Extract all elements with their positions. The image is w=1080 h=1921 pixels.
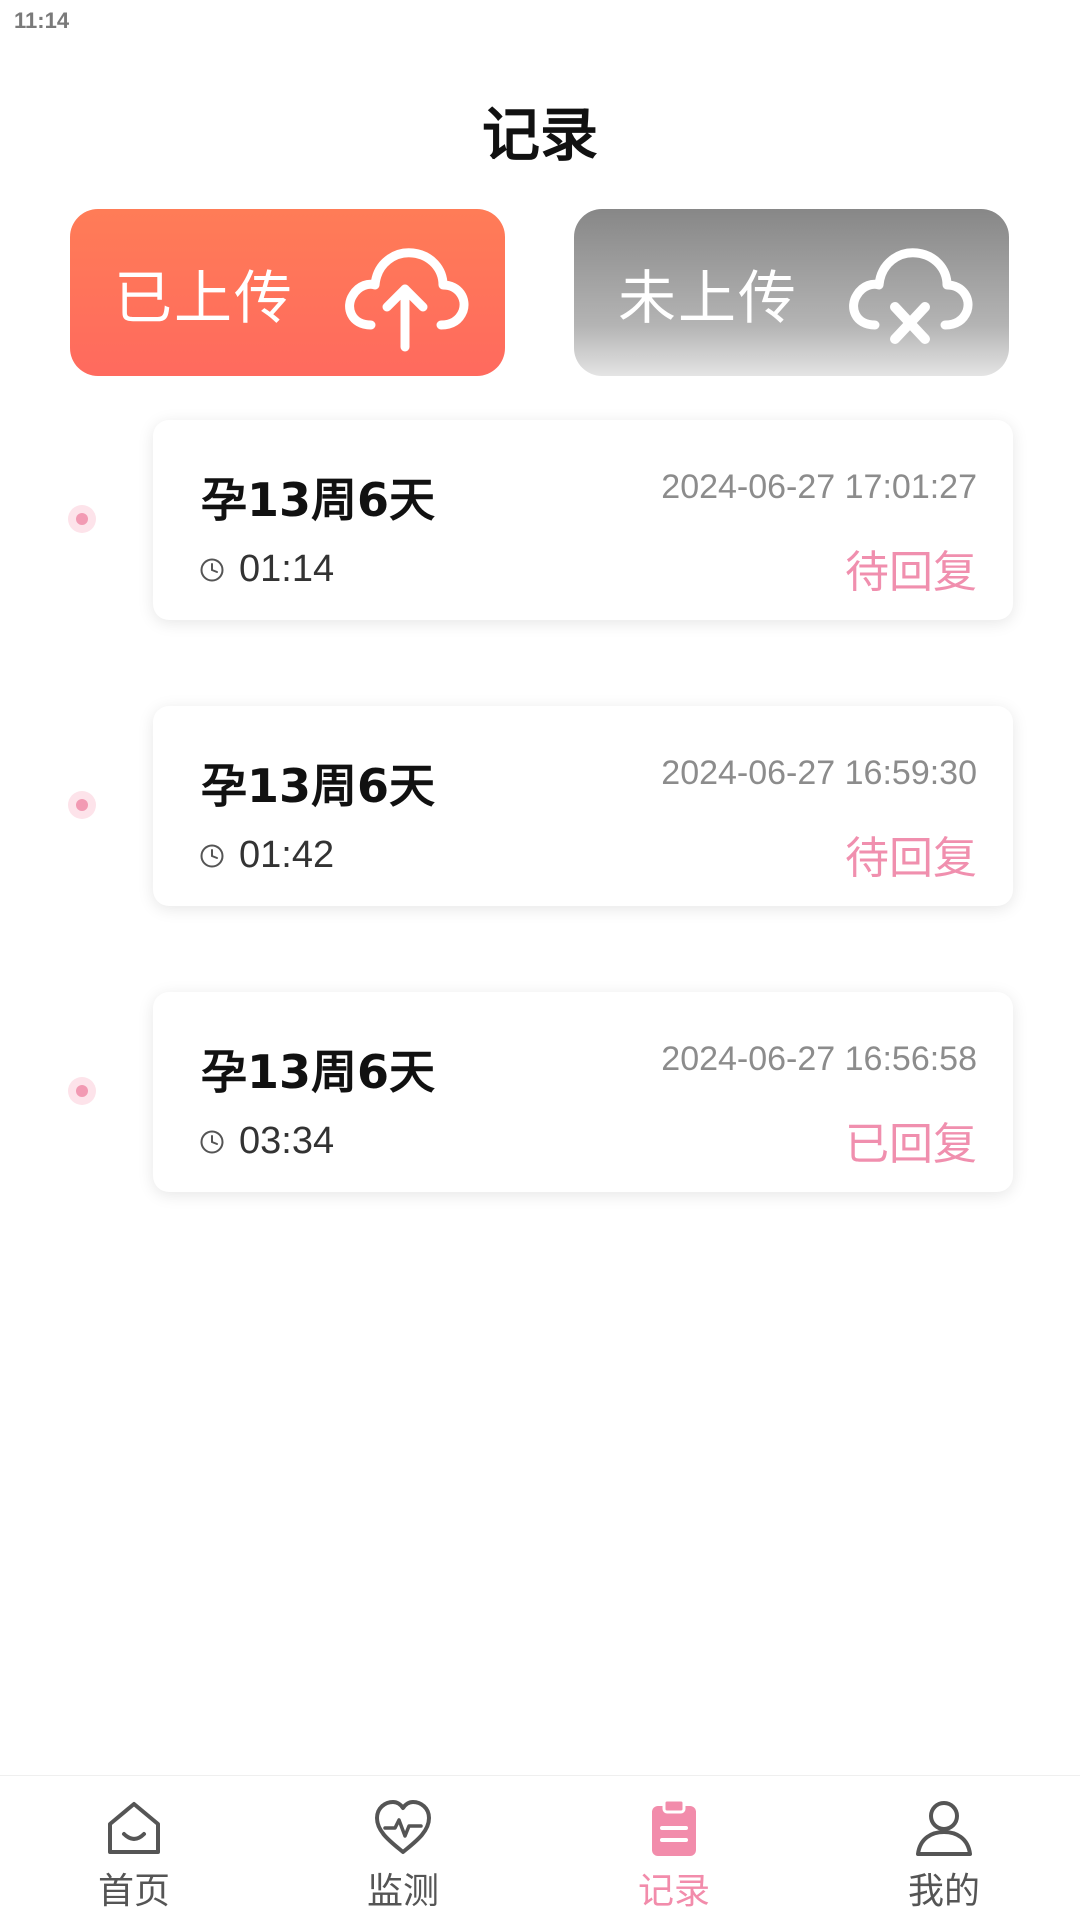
nav-item-records[interactable]: 记录 — [594, 1796, 754, 1914]
page-title: 记录 — [481, 101, 598, 169]
nav-label-records: 记录 — [637, 1871, 710, 1912]
record-card[interactable]: 孕13周6天 2024-06-27 17:01:27 01:14 待回复 — [153, 420, 1013, 620]
nav-item-home[interactable]: 首页 — [54, 1796, 214, 1914]
record-datetime: 2024-06-27 16:59:30 — [661, 754, 977, 792]
record-status: 已回复 — [845, 1119, 977, 1170]
record-week: 孕13周6天 — [201, 759, 436, 813]
record-card[interactable]: 孕13周6天 2024-06-27 16:56:58 03:34 已回复 — [153, 992, 1013, 1192]
record-week: 孕13周6天 — [201, 1045, 436, 1099]
tab-uploaded-label: 已上传 — [114, 263, 295, 332]
timeline-dot — [68, 505, 96, 533]
timeline-dot — [68, 791, 96, 819]
cloud-upload-icon — [345, 248, 469, 352]
clock-icon — [200, 558, 224, 581]
home-icon — [108, 1802, 160, 1854]
nav-label-home: 首页 — [97, 1871, 170, 1912]
record-duration: 03:34 — [239, 1120, 335, 1162]
record-week: 孕13周6天 — [201, 473, 436, 527]
clock-icon — [200, 844, 224, 867]
record-datetime: 2024-06-27 16:56:58 — [661, 1040, 977, 1078]
clipboard-icon — [652, 1798, 696, 1856]
record-duration-row: 01:14 — [199, 548, 334, 591]
heart-monitor-icon — [375, 1800, 431, 1854]
user-icon — [916, 1801, 972, 1856]
nav-item-monitor[interactable]: 监测 — [323, 1796, 483, 1914]
cloud-failed-icon — [849, 248, 973, 344]
record-duration-row: 01:42 — [199, 834, 334, 877]
record-status: 待回复 — [845, 547, 977, 598]
record-status: 待回复 — [845, 833, 977, 884]
bottom-nav: 首页 监测 记录 我的 — [0, 1775, 1080, 1921]
clock-icon — [200, 1130, 224, 1153]
record-duration-row: 03:34 — [199, 1120, 334, 1163]
record-duration: 01:42 — [239, 834, 335, 876]
record-card[interactable]: 孕13周6天 2024-06-27 16:59:30 01:42 待回复 — [153, 706, 1013, 906]
record-datetime: 2024-06-27 17:01:27 — [661, 468, 977, 506]
tab-not-uploaded-label: 未上传 — [618, 263, 799, 332]
nav-label-monitor: 监测 — [366, 1871, 439, 1912]
tab-uploaded[interactable]: 已上传 — [70, 209, 505, 376]
status-bar-time: 11:14 — [14, 8, 70, 33]
nav-label-mine: 我的 — [907, 1871, 980, 1912]
nav-item-mine[interactable]: 我的 — [864, 1796, 1024, 1914]
record-duration: 01:14 — [239, 548, 335, 590]
tab-not-uploaded[interactable]: 未上传 — [574, 209, 1009, 376]
timeline-dot — [68, 1077, 96, 1105]
